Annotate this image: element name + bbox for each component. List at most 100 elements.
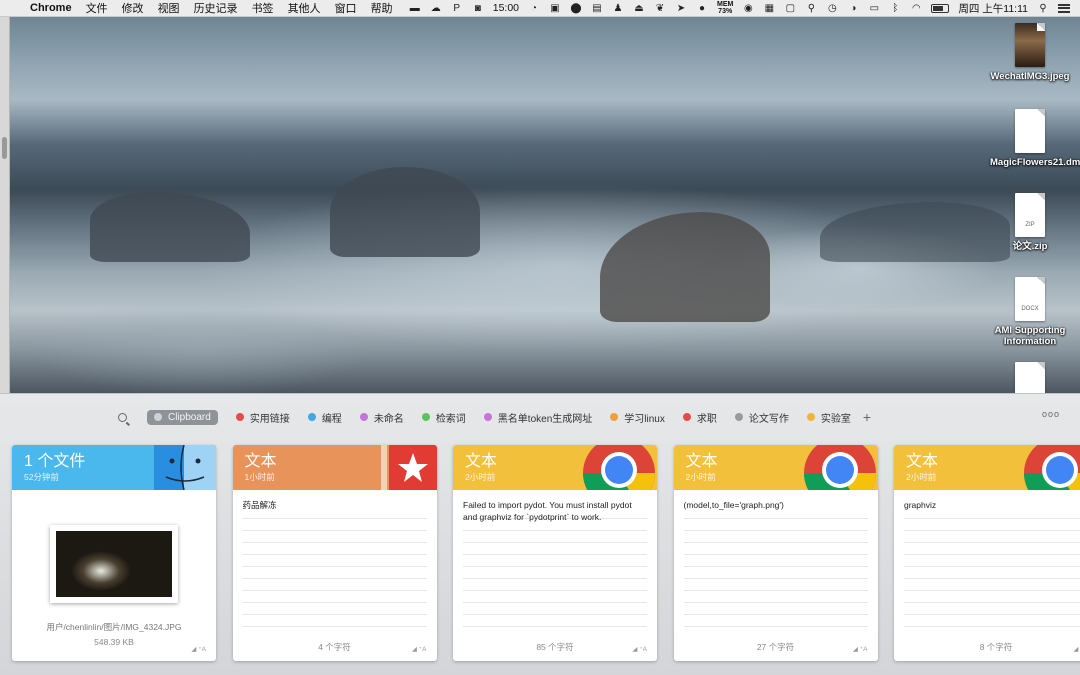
bookmark-star-icon xyxy=(380,445,437,490)
memory-label: MEM xyxy=(717,1,734,8)
memory-indicator[interactable]: MEM 73% xyxy=(717,1,733,15)
wifi-icon[interactable]: ◠ xyxy=(910,3,922,14)
tag-4[interactable]: 检索词 xyxy=(421,410,466,425)
menu-window[interactable]: 窗口 xyxy=(335,0,357,16)
wechat-icon[interactable]: ● xyxy=(696,3,708,14)
folder-icon[interactable]: ▬ xyxy=(409,3,421,14)
tag-color-dot-icon xyxy=(154,413,162,421)
tag-color-dot-icon xyxy=(806,413,815,421)
tag-8[interactable]: 论文写作 xyxy=(734,410,789,425)
tag-6[interactable]: 学习linux xyxy=(610,410,665,425)
menu-people[interactable]: 其他人 xyxy=(288,0,321,16)
scroll-thumb[interactable] xyxy=(2,137,7,159)
pasteboard-icon[interactable]: ▣ xyxy=(549,3,561,14)
desktop-file-zip[interactable]: ZIP 论文.zip xyxy=(990,193,1070,252)
grid-icon[interactable]: ▦ xyxy=(763,3,775,14)
search-icon[interactable] xyxy=(118,412,127,422)
broom-icon[interactable]: ♟ xyxy=(612,3,624,14)
tag-9[interactable]: 实验室 xyxy=(806,410,851,425)
add-tag-button[interactable]: + xyxy=(863,409,871,425)
tag-5[interactable]: 黑名单token生成网址 xyxy=(483,410,592,425)
wallpaper-ridge-center xyxy=(330,167,480,257)
eject-icon[interactable]: ⏏ xyxy=(633,3,645,14)
menu-bookmarks[interactable]: 书签 xyxy=(252,0,274,16)
telegram-icon[interactable]: ➤ xyxy=(675,3,687,14)
card-header: 1 个文件 52分钟前 xyxy=(12,445,216,491)
bluetooth-icon[interactable]: ᛒ xyxy=(889,3,901,14)
file-path: 用户/chenlinlin/图片/IMG_4324.JPG xyxy=(46,622,182,632)
more-options-icon[interactable]: ooo xyxy=(1042,409,1060,419)
clipboard-card[interactable]: 文本 1小时前 药品解冻 4 个字符 ◢ ⁺A xyxy=(232,445,437,661)
char-count: 4 个字符 xyxy=(318,642,351,652)
desktop-file-ami[interactable]: DOCX AMI Supporting Information xyxy=(990,277,1070,347)
clipboard-card[interactable]: 文本 2小时前 (model,to_file='graph.png') 27 个字符 ◢… xyxy=(673,445,878,661)
ruled-lines xyxy=(683,507,868,637)
menu-edit[interactable]: 修改 xyxy=(122,0,144,16)
card-header: 文本 2小时前 xyxy=(673,445,878,490)
tag-2[interactable]: 编程 xyxy=(307,410,342,425)
zip-file-icon: ZIP xyxy=(1015,193,1045,237)
desktop-file-wechatimg3[interactable]: WechatIMG3.jpeg xyxy=(990,23,1070,82)
cloud-icon[interactable]: ☁ xyxy=(430,3,442,14)
tag-color-dot-icon xyxy=(610,413,619,421)
tag-color-dot-icon xyxy=(307,413,316,421)
desktop-wallpaper: WechatIMG3.jpeg MagicFlowers21.dmg.bdc-.… xyxy=(0,17,1080,393)
menubar-datetime[interactable]: 周四 上午11:11 xyxy=(958,1,1028,16)
menu-view[interactable]: 视图 xyxy=(158,0,180,16)
ruled-lines xyxy=(242,507,427,637)
time-machine-icon[interactable]: ◷ xyxy=(826,3,838,14)
spotlight-icon[interactable]: ⚲ xyxy=(1037,3,1049,14)
desktop-file-label: 论文.zip xyxy=(1012,241,1048,252)
card-text: (model,to_file='graph.png') xyxy=(683,500,784,510)
card-header: 文本 2小时前 xyxy=(453,445,657,490)
clipboard-card[interactable]: 文本 2小时前 Failed to import pydot. You must i… xyxy=(453,445,657,661)
map-pin-icon[interactable]: ⬤ xyxy=(570,3,582,14)
file-size: 548.39 KB xyxy=(94,637,134,647)
parking-icon[interactable]: P xyxy=(451,3,463,14)
menu-app-name[interactable]: Chrome xyxy=(30,2,72,14)
char-count: 8 个字符 xyxy=(979,642,1013,652)
clipboard-card[interactable]: 文本2小时前 graphviz 8 个字符 ◢ ⁺A xyxy=(894,445,1080,661)
desktop-file-magicflowers[interactable]: MagicFlowers21.dmg.bdc-...nloading xyxy=(990,109,1080,168)
tag-0[interactable]: Clipboard xyxy=(147,409,218,425)
menu-file[interactable]: 文件 xyxy=(86,0,108,16)
notification-center-icon[interactable] xyxy=(1058,3,1070,13)
menubar: Chrome 文件 修改 视图 历史记录 书签 其他人 窗口 帮助 ▬ ☁ P … xyxy=(0,0,1080,17)
char-count: 27 个字符 xyxy=(756,642,795,652)
tag-label: Clipboard xyxy=(168,411,211,423)
screenshot-icon[interactable]: ▢ xyxy=(784,3,796,14)
tag-1[interactable]: 实用链接 xyxy=(235,410,290,425)
menu-history[interactable]: 历史记录 xyxy=(194,0,238,16)
desktop-file-label: AMI Supporting Information xyxy=(994,325,1066,347)
image-thumbnail[interactable] xyxy=(50,525,178,603)
profile-icon[interactable]: ◑ xyxy=(847,3,859,14)
tag-label: 检索词 xyxy=(435,413,466,425)
char-count: 85 个字符 xyxy=(536,642,574,652)
status-area: ▬ ☁ P ◙ 15:00 ◔ ▣ ⬤ ▤ ♟ ⏏ ❦ ➤ ● MEM 73% … xyxy=(409,1,1080,16)
desktop-file-partial[interactable] xyxy=(990,362,1070,393)
docx-file-icon: DOCX xyxy=(1015,277,1045,321)
clipboard-card[interactable]: 1 个文件 52分钟前用户/chenlinlin/图片/IMG_4324.JPG 5… xyxy=(12,445,216,661)
window-edge-scrollbar[interactable] xyxy=(0,17,10,393)
evernote-icon[interactable]: ❦ xyxy=(654,3,666,14)
chrome-icon xyxy=(1024,445,1080,490)
airplay-icon[interactable]: ▭ xyxy=(868,3,880,14)
finder-icon xyxy=(154,445,216,491)
scan-icon[interactable]: ▤ xyxy=(591,3,603,14)
search-icon[interactable]: ⚲ xyxy=(805,3,817,14)
screen: Chrome 文件 修改 视图 历史记录 书签 其他人 窗口 帮助 ▬ ☁ P … xyxy=(0,0,1080,675)
dmg-file-icon xyxy=(1015,109,1045,153)
timer-icon[interactable]: ◔ xyxy=(528,3,540,14)
desktop-file-label: MagicFlowers21.dmg.bdc-...nloading xyxy=(990,157,1080,168)
document-file-icon xyxy=(1015,362,1045,393)
source-app-icon: ◢ ⁺A xyxy=(632,646,647,653)
camera-icon[interactable]: ◙ xyxy=(472,3,484,14)
battery-icon[interactable] xyxy=(931,3,950,13)
menu-help[interactable]: 帮助 xyxy=(371,0,393,16)
shield-icon[interactable]: ◉ xyxy=(742,3,754,14)
tag-3[interactable]: 未命名 xyxy=(359,410,404,425)
menubar-clock-small[interactable]: 15:00 xyxy=(493,2,519,14)
tag-bar: Clipboard 实用链接 编程 未命名 检索词 黑名单token生成网址 学习linux… xyxy=(118,408,871,426)
tag-7[interactable]: 求职 xyxy=(682,410,717,425)
chrome-icon xyxy=(583,445,655,490)
